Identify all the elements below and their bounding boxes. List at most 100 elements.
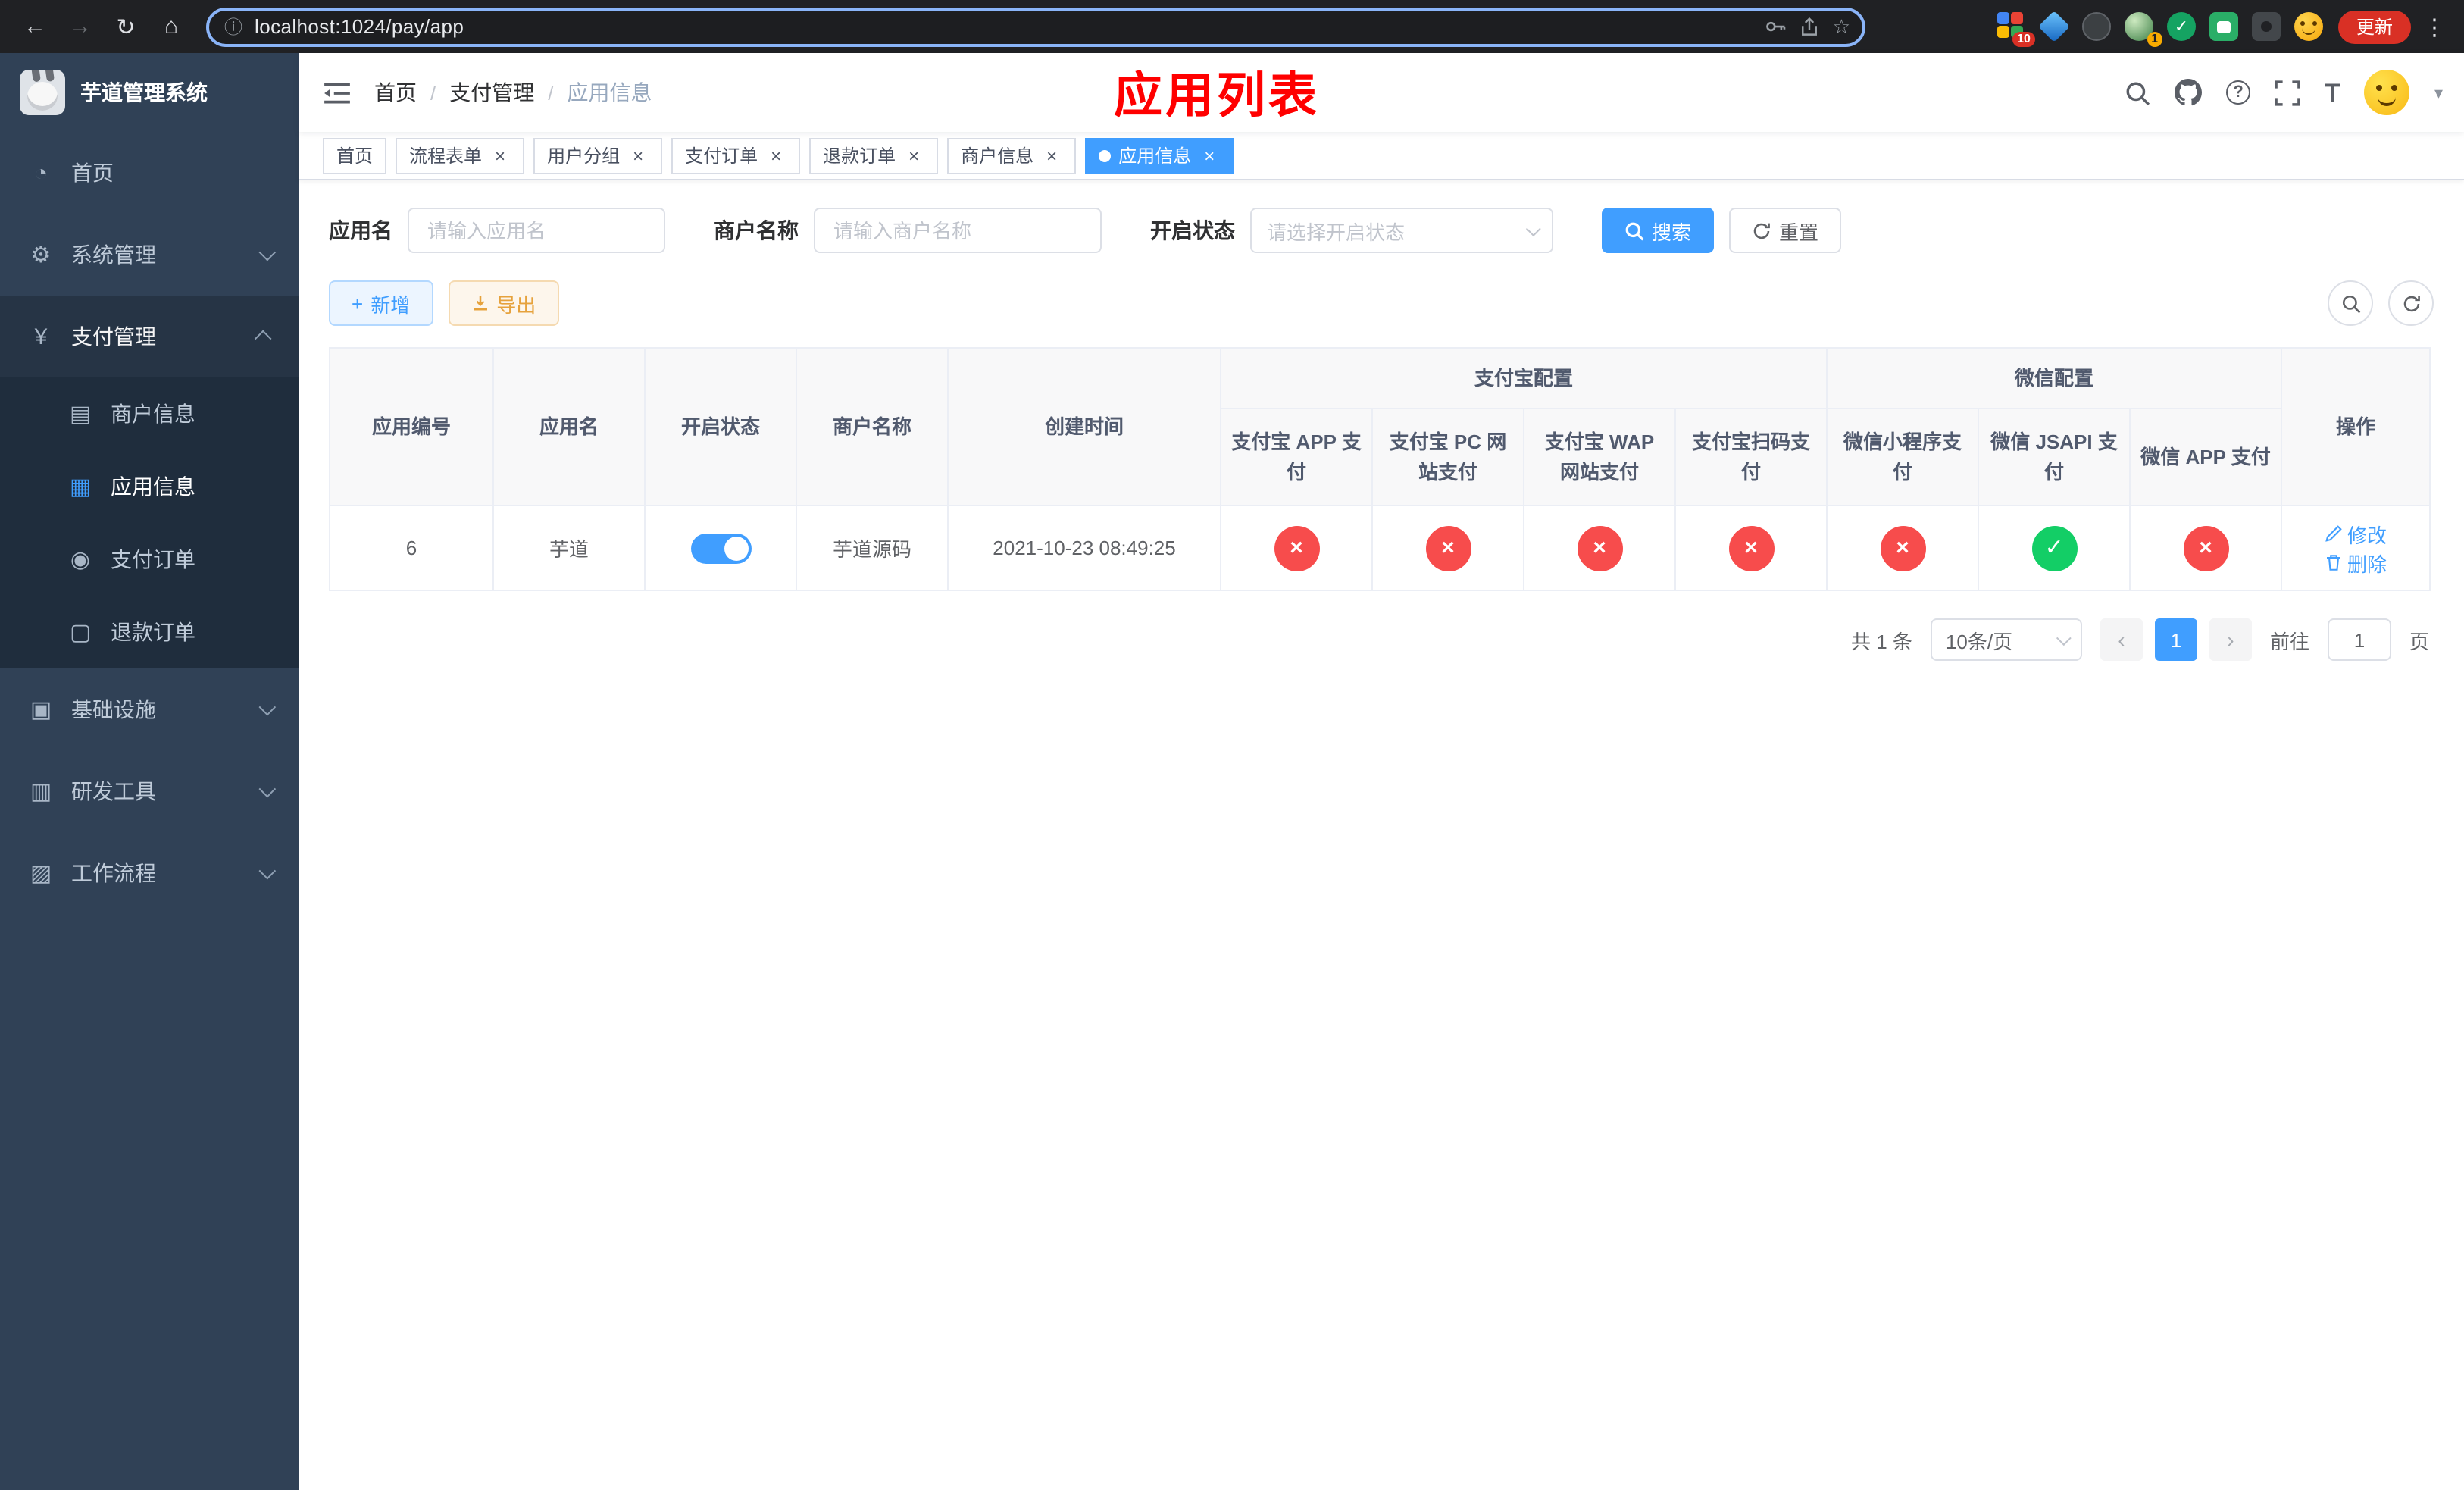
- status-toggle[interactable]: [690, 533, 751, 563]
- col-wx-app: 微信 APP 支付: [2129, 408, 2283, 506]
- search-icon[interactable]: [2125, 80, 2150, 105]
- app-logo[interactable]: 芋道管理系统: [0, 53, 299, 132]
- extension-profile-icon[interactable]: 1: [2124, 12, 2162, 47]
- tab-pay-order[interactable]: 支付订单 ×: [671, 137, 801, 174]
- tab-label: 首页: [336, 146, 374, 167]
- tab-merchant-info[interactable]: 商户信息 ×: [947, 137, 1077, 174]
- page-content: 应用名 商户名称 开启状态 请选择开启状态: [299, 180, 2464, 1490]
- chrome-update-button[interactable]: 更新: [2337, 10, 2411, 43]
- sidebar-item-home[interactable]: ◔ 首页: [0, 132, 299, 214]
- sidebar-subitem-pay-order[interactable]: ◉ 支付订单: [0, 523, 299, 596]
- extension-dark-circle-icon[interactable]: [2081, 12, 2111, 41]
- delete-link[interactable]: 删除: [2325, 548, 2387, 577]
- tab-close-icon[interactable]: ×: [627, 145, 649, 166]
- user-avatar[interactable]: [2364, 70, 2410, 115]
- toggle-search-icon[interactable]: [2328, 280, 2373, 326]
- page-title-annotation: 应用列表: [1114, 68, 1321, 123]
- tab-label: 应用信息: [1118, 146, 1192, 167]
- tab-close-icon[interactable]: ×: [765, 145, 786, 166]
- sidebar-item-workflow[interactable]: ▨ 工作流程: [0, 832, 299, 914]
- sidebar-item-payment[interactable]: ¥ 支付管理: [0, 296, 299, 377]
- gear-icon: ⚙: [30, 243, 52, 268]
- browser-forward-button[interactable]: →: [61, 7, 100, 46]
- address-bar[interactable]: ⓘ localhost:1024/pay/app ☆: [206, 7, 1865, 46]
- add-button[interactable]: + 新增: [329, 280, 433, 326]
- browser-reload-button[interactable]: ↻: [106, 7, 145, 46]
- site-info-icon[interactable]: ⓘ: [224, 14, 242, 39]
- sidebar-item-label: 支付管理: [71, 324, 156, 349]
- sidebar-item-system[interactable]: ⚙ 系统管理: [0, 214, 299, 296]
- export-button[interactable]: 导出: [448, 280, 559, 326]
- tab-close-icon[interactable]: ×: [1199, 145, 1220, 166]
- dashboard-icon: ◔: [33, 160, 48, 186]
- tab-app-info[interactable]: 应用信息 ×: [1085, 137, 1234, 174]
- tab-user-group[interactable]: 用户分组 ×: [533, 137, 663, 174]
- col-created: 创建时间: [947, 347, 1221, 506]
- table-toolbar: + 新增 导出: [329, 280, 2434, 326]
- edit-link[interactable]: 修改: [2325, 519, 2387, 548]
- page-size-select[interactable]: 10条/页: [1930, 618, 2082, 661]
- refresh-table-icon[interactable]: [2388, 280, 2434, 326]
- breadcrumb-payment[interactable]: 支付管理: [449, 77, 534, 108]
- url-text[interactable]: localhost:1024/pay/app: [255, 15, 1753, 38]
- sidebar-item-devtools[interactable]: ▥ 研发工具: [0, 750, 299, 832]
- prev-page-button[interactable]: ‹: [2100, 618, 2143, 661]
- sidebar-subitem-refund-order[interactable]: ▢ 退款订单: [0, 596, 299, 668]
- extension-diamond-icon[interactable]: [2038, 11, 2070, 42]
- sidebar-subitem-app-info[interactable]: ▦ 应用信息: [0, 450, 299, 523]
- sidebar-item-label: 研发工具: [71, 779, 156, 803]
- tab-close-icon[interactable]: ×: [489, 145, 511, 166]
- chrome-menu-icon[interactable]: ⋮: [2423, 13, 2446, 40]
- cross-icon: ×: [1577, 525, 1622, 571]
- app-name-input[interactable]: [408, 208, 665, 253]
- tab-label: 退款订单: [823, 146, 896, 167]
- cross-icon: ×: [1728, 525, 1774, 571]
- toolbar-left: + 新增 导出: [329, 280, 559, 326]
- sidebar-item-label: 工作流程: [71, 861, 156, 885]
- col-status: 开启状态: [644, 347, 797, 506]
- tab-refund-order[interactable]: 退款订单 ×: [809, 137, 939, 174]
- tab-label: 用户分组: [547, 146, 621, 167]
- search-button-label: 搜索: [1652, 221, 1692, 243]
- col-alipay-qr: 支付宝扫码支付: [1674, 408, 1828, 506]
- github-icon[interactable]: [2175, 79, 2203, 106]
- extensions-puzzle-icon[interactable]: [2251, 12, 2281, 41]
- browser-back-button[interactable]: ←: [15, 7, 55, 46]
- reset-button[interactable]: 重置: [1729, 208, 1842, 253]
- fullscreen-icon[interactable]: [2275, 80, 2300, 105]
- cell-alipay-qr: ×: [1674, 505, 1828, 591]
- status-select[interactable]: 请选择开启状态: [1250, 208, 1553, 253]
- goto-page-input[interactable]: [2327, 618, 2391, 661]
- help-icon[interactable]: ?: [2226, 80, 2251, 105]
- app-name-label: 应用名: [329, 218, 392, 243]
- caret-down-icon[interactable]: ▾: [2434, 83, 2443, 102]
- extension-emoji-icon[interactable]: [2294, 12, 2323, 41]
- merchant-name-input[interactable]: [814, 208, 1102, 253]
- devtools-icon: ▥: [30, 779, 52, 805]
- breadcrumb-home[interactable]: 首页: [374, 77, 417, 108]
- browser-home-button[interactable]: ⌂: [152, 7, 191, 46]
- search-button[interactable]: 搜索: [1602, 208, 1715, 253]
- font-size-icon[interactable]: T: [2325, 80, 2340, 105]
- tab-process-form[interactable]: 流程表单 ×: [396, 137, 525, 174]
- bookmark-star-icon[interactable]: ☆: [1833, 14, 1850, 39]
- cell-wx-app: ×: [2129, 505, 2283, 591]
- tab-close-icon[interactable]: ×: [1041, 145, 1062, 166]
- page-number-button[interactable]: 1: [2154, 618, 2197, 661]
- next-page-button[interactable]: ›: [2209, 618, 2252, 661]
- password-key-icon[interactable]: [1765, 15, 1787, 38]
- extension-green-circle-icon[interactable]: ✓: [2166, 12, 2196, 41]
- sidebar-subitem-merchant-info[interactable]: ▤ 商户信息: [0, 377, 299, 450]
- app-grid-icon: ▦: [69, 474, 92, 500]
- sidebar-collapse-icon[interactable]: [299, 53, 374, 132]
- breadcrumb-separator: /: [430, 81, 436, 104]
- cell-created: 2021-10-23 08:49:25: [947, 505, 1221, 591]
- navbar-actions: ? T ▾: [2125, 70, 2464, 115]
- sidebar-item-infrastructure[interactable]: ▣ 基础设施: [0, 668, 299, 750]
- tab-close-icon[interactable]: ×: [903, 145, 924, 166]
- extension-wechat-icon[interactable]: [2209, 12, 2238, 41]
- cross-icon: ×: [2183, 525, 2229, 571]
- tab-home[interactable]: 首页: [323, 137, 387, 174]
- share-icon[interactable]: [1800, 16, 1821, 37]
- extension-grid-icon[interactable]: 10: [1997, 12, 2035, 47]
